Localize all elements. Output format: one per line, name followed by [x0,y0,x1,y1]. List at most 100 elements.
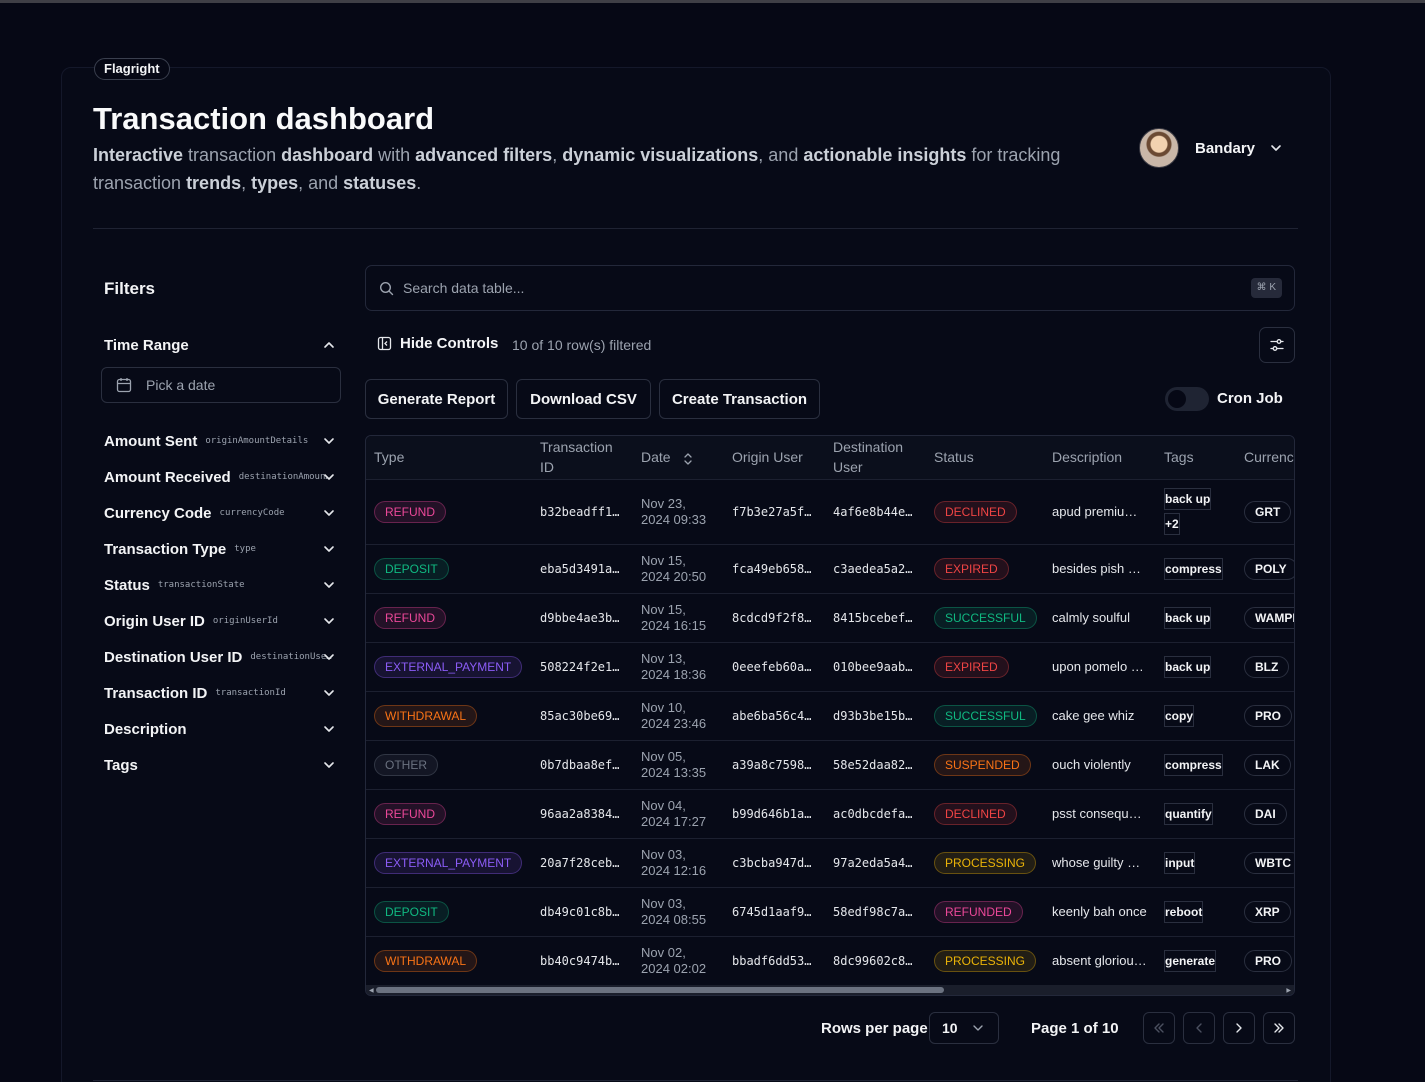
currency-badge: PRO [1244,949,1293,972]
chevron-down-icon [1271,145,1281,151]
scroll-left-arrow-icon[interactable]: ◀ [369,987,374,994]
tags-cell: input [1156,838,1236,887]
currency-badge: DAI [1244,802,1287,825]
sort-icon [683,452,692,465]
tag-badge[interactable]: reboot [1164,900,1204,923]
status-badge: DECLINED [934,802,1017,825]
description-cell: upon pomelo yet [1052,659,1149,674]
filter-currency-code[interactable]: Currency Code currencyCode [104,501,336,525]
tag-badge[interactable]: back up [1164,606,1212,629]
page-info: Page 1 of 10 [1031,1020,1119,1037]
cron-job-toggle[interactable] [1165,387,1209,411]
generate-report-button[interactable]: Generate Report [365,379,508,419]
currency-cell: GRT [1236,479,1294,544]
filter-description[interactable]: Description [104,717,336,741]
table-row[interactable]: DEPOSIT db49c01c8b6a Nov 03, 2024 08:55 674… [366,887,1294,936]
filter-key: originUserId [212,616,278,626]
filter-status[interactable]: Status transactionState [104,573,336,597]
currency-cell: LAK [1236,740,1294,789]
description-cell: besides pish posh [1052,561,1156,576]
column-header-description[interactable]: Description [1044,436,1156,479]
filter-destination-user-id[interactable]: Destination User ID destinationUserId [104,645,336,669]
sliders-icon [1270,339,1284,351]
tag-badge[interactable]: compress [1164,753,1223,776]
destination-user-cell: 97a2eda5a4e8 [833,855,920,870]
user-menu[interactable]: Bandary [1139,128,1283,168]
filter-key: originAmountDetails [205,436,309,446]
column-header-type[interactable]: Type [366,436,532,479]
tag-badge[interactable]: back up [1164,655,1212,678]
filter-transaction-id[interactable]: Transaction ID transactionId [104,681,336,705]
scrollbar-thumb[interactable] [376,987,944,993]
currency-cell: DAI [1236,789,1294,838]
table-row[interactable]: REFUND 96aa2a8384e0 Nov 04, 2024 17:27 b99d… [366,789,1294,838]
table-row[interactable]: REFUND d9bbe4ae3b12 Nov 15, 2024 16:15 8cdc… [366,593,1294,642]
date-cell: Nov 03, 2024 08:55 [641,895,707,927]
table-row[interactable]: OTHER 0b7dbaa8ef35 Nov 05, 2024 13:35 a39a8… [366,740,1294,789]
destination-user-cell: 4af6e8b44e21 [833,504,920,519]
download-csv-button[interactable]: Download CSV [516,379,651,419]
previous-page-button[interactable] [1183,1012,1215,1044]
column-header-date[interactable]: Date [633,436,724,479]
date-picker-placeholder: Pick a date [146,377,216,393]
filter-tags[interactable]: Tags [104,753,336,777]
table-row[interactable]: WITHDRAWAL 85ac30be69f2 Nov 10, 2024 23:46… [366,691,1294,740]
column-header-status[interactable]: Status [926,436,1044,479]
chevron-up-icon [324,342,334,348]
table-row[interactable]: WITHDRAWAL bb40c9474b8e Nov 02, 2024 02:02… [366,936,1294,985]
user-name: Bandary [1195,139,1256,157]
date-cell: Nov 03, 2024 12:16 [641,846,707,878]
tag-badge[interactable]: generate [1164,949,1217,972]
filter-origin-user-id[interactable]: Origin User ID originUserId [104,609,336,633]
column-header-currency[interactable]: Currency [1236,436,1294,479]
filter-time-range[interactable]: Time Range [104,333,336,357]
table-row[interactable]: DEPOSIT eba5d3491a07 Nov 15, 2024 20:50 fca… [366,544,1294,593]
rows-per-page-select[interactable]: 10 [929,1012,999,1044]
tag-badge[interactable]: back up [1164,488,1212,510]
table-header-row: Type Transaction ID Date Origin User Des… [366,436,1294,479]
origin-user-cell: b99d646b1a3f [732,806,819,821]
filter-label: Description [104,720,187,738]
last-page-button[interactable] [1263,1012,1295,1044]
currency-badge: LAK [1244,753,1291,776]
tag-badge[interactable]: compress [1164,557,1223,580]
transaction-id-cell: 96aa2a8384e0 [540,806,627,821]
column-header-transaction-id[interactable]: Transaction ID [532,436,633,479]
subtitle-part: statuses [343,173,417,193]
filter-transaction-type[interactable]: Transaction Type type [104,537,336,561]
filter-amount-received[interactable]: Amount ReceiveddestinationAmountDetails [104,465,336,489]
tag-badge[interactable]: input [1164,851,1196,874]
sidebar-panel-icon [377,336,392,351]
chevron-down-icon [324,762,334,768]
filter-key: currencyCode [219,508,285,518]
tag-badge[interactable]: quantify [1164,802,1213,825]
table-row[interactable]: REFUND b32beadff1a9 Nov 23, 2024 09:33 f7b3… [366,479,1294,544]
horizontal-scrollbar[interactable]: ◀ ▶ [366,985,1294,995]
scroll-right-arrow-icon[interactable]: ▶ [1286,987,1291,994]
tag-badge[interactable]: copy [1164,704,1195,727]
currency-badge: BLZ [1244,655,1290,678]
filter-amount-sent[interactable]: Amount Sent originAmountDetails [104,429,336,453]
column-header-origin-user[interactable]: Origin User [724,436,825,479]
filter-label: Status [104,576,150,594]
transaction-id-cell: bb40c9474b8e [540,953,627,968]
filters-title: Filters [104,279,156,298]
create-transaction-button[interactable]: Create Transaction [659,379,820,419]
column-header-tags[interactable]: Tags [1156,436,1236,479]
date-cell: Nov 05, 2024 13:35 [641,748,707,780]
type-badge: WITHDRAWAL [374,949,478,972]
tag-badge[interactable]: +2 [1164,513,1180,535]
search-input[interactable] [403,280,1203,296]
destination-user-cell: c3aedea5a2b9 [833,561,920,576]
next-page-button[interactable] [1223,1012,1255,1044]
first-page-button[interactable] [1143,1012,1175,1044]
table-row[interactable]: EXTERNAL_PAYMENT 508224f2e1c6 Nov 13, 2024… [366,642,1294,691]
subtitle-part: , and [298,173,344,193]
table-row[interactable]: EXTERNAL_PAYMENT 20a7f28ceb94 Nov 03, 2024… [366,838,1294,887]
view-options-button[interactable] [1259,327,1295,363]
destination-user-cell: 58edf98c7a13 [833,904,920,919]
column-header-destination-user[interactable]: Destination User [825,436,926,479]
destination-user-cell: ac0dbcdefa61 [833,806,920,821]
date-picker[interactable]: Pick a date [101,367,341,403]
hide-controls-button[interactable]: Hide Controls [377,335,498,352]
